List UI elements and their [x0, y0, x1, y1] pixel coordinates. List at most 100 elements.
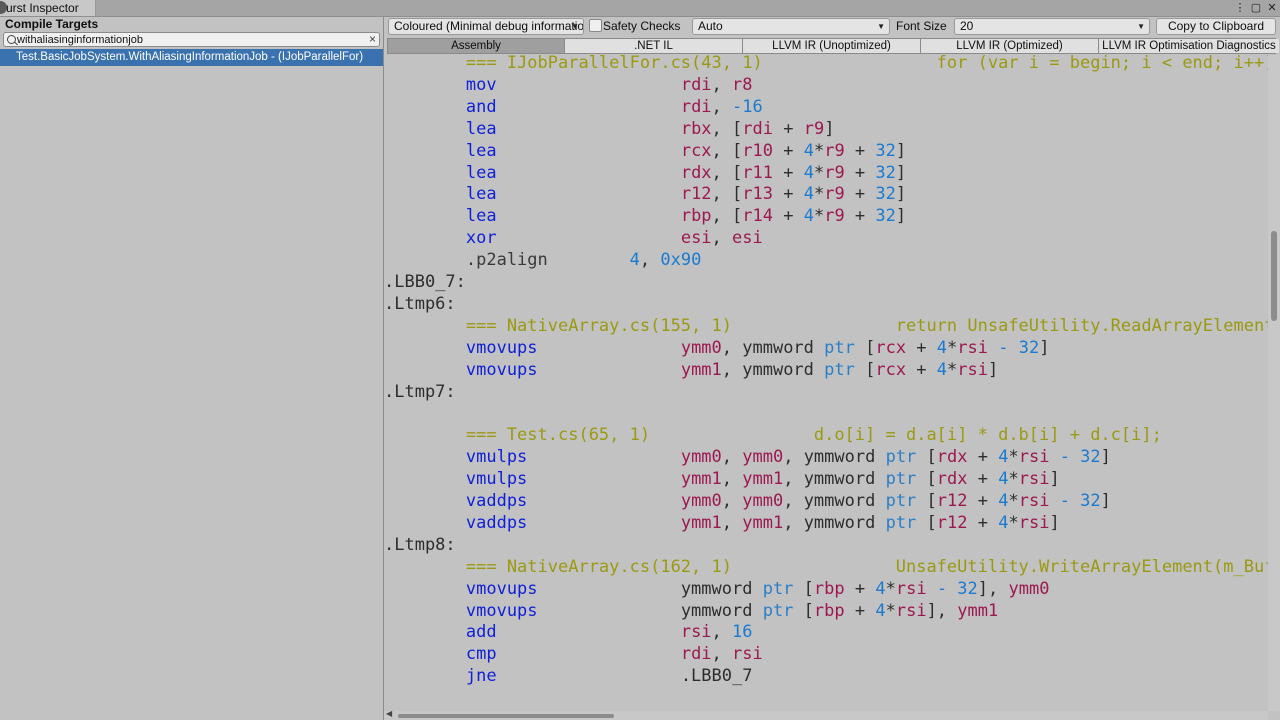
safety-checks-checkbox[interactable]: [589, 19, 602, 32]
code-token: rbp: [680, 206, 712, 227]
code-token: xor: [384, 228, 497, 249]
assembly-code-view[interactable]: === IJobParallelFor.cs(43, 1) for (var i…: [384, 55, 1268, 711]
search-icon: [7, 35, 16, 44]
code-token: [: [916, 469, 937, 490]
horizontal-scrollbar[interactable]: ◀: [384, 709, 1268, 720]
target-dropdown[interactable]: Auto ▼: [692, 18, 890, 35]
compile-target-item[interactable]: Test.BasicJobSystem.WithAliasingInformat…: [0, 49, 383, 66]
code-token: vaddps: [384, 491, 528, 511]
code-token: *: [1008, 491, 1019, 511]
code-token: ymm1: [742, 469, 784, 490]
code-token: ymmword: [537, 578, 763, 599]
code-token: [: [916, 447, 937, 468]
code-token: 4: [803, 206, 814, 227]
code-token: mov: [384, 74, 497, 95]
code-token: rsi: [1018, 469, 1050, 490]
font-size-label: Font Size: [896, 19, 947, 33]
code-token: ,: [711, 644, 733, 665]
code-token: r9: [824, 206, 845, 227]
kebab-menu-icon[interactable]: ⋮: [1232, 0, 1248, 16]
code-token: *: [947, 337, 958, 358]
code-token: ,: [711, 74, 733, 95]
search-box[interactable]: ×: [3, 32, 380, 47]
tab-assembly[interactable]: Assembly: [388, 39, 565, 53]
code-token: , ymmword: [783, 491, 886, 511]
output-mode-dropdown[interactable]: Coloured (Minimal debug information) ▼: [388, 18, 584, 35]
code-line: === IJobParallelFor.cs(43, 1) for (var i…: [384, 55, 1268, 74]
tab-llvm-ir-optimisation-diagnostics[interactable]: LLVM IR Optimisation Diagnostics: [1099, 39, 1279, 53]
vertical-scrollbar[interactable]: [1268, 55, 1280, 711]
code-token: ]: [895, 162, 907, 183]
clear-search-icon[interactable]: ×: [369, 32, 376, 46]
code-line: xor esi, esi: [384, 227, 763, 249]
code-token: +: [772, 162, 804, 183]
font-size-value: 20: [960, 19, 974, 33]
window-tab[interactable]: urst Inspector: [0, 0, 96, 16]
code-token: , [: [711, 206, 743, 227]
code-token: +: [844, 600, 876, 621]
compile-targets-panel: Compile Targets × Test.BasicJobSystem.Wi…: [0, 17, 384, 720]
vertical-scrollbar-thumb[interactable]: [1271, 231, 1277, 321]
code-token: +: [967, 447, 999, 468]
code-token: ,: [721, 512, 743, 533]
code-line: === NativeArray.cs(155, 1) return Unsafe…: [384, 315, 1268, 337]
code-token: ymm0: [680, 447, 722, 468]
code-token: 16: [732, 622, 753, 643]
code-token: *: [885, 578, 896, 599]
code-token: 32: [875, 162, 896, 183]
code-token: ptr: [762, 578, 794, 599]
code-line: vmulps ymm1, ymm1, ymmword ptr [rdx + 4*…: [384, 468, 1060, 490]
code-token: , ymmword: [783, 447, 886, 468]
search-input[interactable]: [17, 33, 357, 46]
font-size-dropdown[interactable]: 20 ▼: [954, 18, 1150, 35]
code-token: ymm0: [680, 491, 722, 511]
code-token: +: [844, 184, 876, 205]
code-token: r9: [803, 118, 825, 139]
code-token: +: [967, 491, 999, 511]
code-line: .p2align 4, 0x90: [384, 249, 701, 271]
safety-checks-label: Safety Checks: [603, 19, 681, 33]
code-line: lea rcx, [r10 + 4*r9 + 32]: [384, 140, 906, 162]
code-token: +: [906, 337, 937, 358]
code-token: *: [1008, 447, 1019, 468]
code-token: ]: [824, 118, 835, 139]
code-token: ]: [895, 184, 907, 205]
chevron-down-icon: ▼: [571, 22, 579, 31]
tab-llvm-ir-unoptimized[interactable]: LLVM IR (Unoptimized): [743, 39, 921, 53]
output-mode-value: Coloured (Minimal debug information): [394, 19, 584, 33]
code-token: 4: [998, 491, 1009, 511]
code-token: rdi: [680, 74, 712, 95]
code-token: [: [916, 491, 937, 511]
code-token: +: [967, 469, 999, 490]
code-token: ptr: [762, 600, 794, 621]
code-token: 4: [875, 578, 886, 599]
code-token: vmovups: [384, 600, 538, 621]
code-token: rsi: [732, 644, 763, 665]
copy-to-clipboard-button[interactable]: Copy to Clipboard: [1156, 18, 1276, 35]
code-token: rdx: [936, 469, 968, 490]
scroll-left-arrow-icon[interactable]: ◀: [386, 709, 392, 718]
code-token: ,: [721, 469, 743, 490]
tab-net-il[interactable]: .NET IL: [565, 39, 743, 53]
maximize-icon[interactable]: ▢: [1248, 0, 1264, 16]
code-token: 4: [803, 140, 814, 161]
code-token: 4: [998, 512, 1009, 533]
tab-llvm-ir-optimized[interactable]: LLVM IR (Optimized): [921, 39, 1099, 53]
code-token: rsi: [957, 359, 988, 380]
code-line: lea rbp, [r14 + 4*r9 + 32]: [384, 205, 906, 227]
code-token: ,: [721, 491, 743, 511]
code-token: [: [854, 359, 876, 380]
code-token: === Test.cs(65, 1) d.o[i] = d.a[i] * d.b…: [384, 425, 1162, 446]
code-token: - 32: [1059, 491, 1101, 511]
horizontal-scrollbar-thumb[interactable]: [398, 714, 614, 718]
close-icon[interactable]: ✕: [1264, 0, 1280, 16]
code-token: +: [772, 140, 804, 161]
